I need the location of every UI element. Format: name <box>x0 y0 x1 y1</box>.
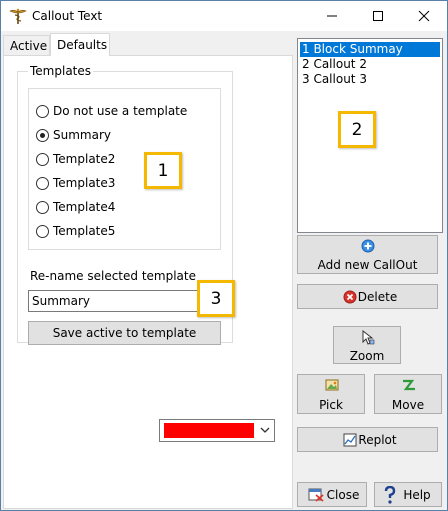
radio-label: Template5 <box>53 224 116 238</box>
radio-button[interactable] <box>36 152 49 166</box>
template-radio-list: Do not use a template Summary Template2 … <box>28 88 221 250</box>
radio-button[interactable] <box>36 176 49 190</box>
templates-legend: Templates <box>28 64 94 78</box>
delete-label: Delete <box>357 290 398 304</box>
radio-label: Template3 <box>53 176 116 190</box>
annotation-badge-3: 3 <box>197 280 235 317</box>
help-button[interactable]: Help <box>374 482 442 507</box>
rename-template-label: Re-name selected template <box>30 269 196 283</box>
radio-label: Summary <box>53 128 111 142</box>
caduceus-icon <box>9 8 27 24</box>
maximize-icon <box>373 11 383 21</box>
radio-label: Template2 <box>53 152 116 166</box>
add-callout-label: Add new CallOut <box>317 258 418 272</box>
move-icon <box>403 379 415 391</box>
delete-button[interactable]: Delete <box>297 284 438 309</box>
callout-text-window: Callout Text Active Defaults Templates D… <box>0 0 448 511</box>
replot-button[interactable]: Replot <box>297 427 438 452</box>
move-label: Move <box>391 398 425 412</box>
move-button[interactable]: Move <box>374 374 442 414</box>
defaults-tab-panel: Templates Do not use a template Summary … <box>3 55 293 509</box>
radio-button[interactable] <box>36 128 49 142</box>
close-button[interactable]: Close <box>297 482 367 507</box>
close-icon <box>418 10 430 22</box>
radio-summary[interactable]: Summary <box>36 126 111 144</box>
list-item[interactable]: 2 Callout 2 <box>300 57 440 72</box>
template-name-input[interactable] <box>28 290 220 312</box>
chevron-down-icon <box>260 427 270 433</box>
tab-active[interactable]: Active <box>3 35 50 55</box>
maximize-button[interactable] <box>355 1 401 31</box>
add-icon <box>361 239 375 253</box>
radio-no-template[interactable]: Do not use a template <box>36 102 187 120</box>
color-swatch <box>164 423 254 438</box>
radio-template4[interactable]: Template4 <box>36 198 115 216</box>
tab-defaults[interactable]: Defaults <box>50 33 110 56</box>
save-to-template-button[interactable]: Save active to template <box>28 321 221 345</box>
minimize-icon <box>327 15 337 17</box>
add-callout-button[interactable]: Add new CallOut <box>297 235 438 274</box>
radio-template2[interactable]: Template2 <box>36 150 115 168</box>
radio-template3[interactable]: Template3 <box>36 174 115 192</box>
replot-label: Replot <box>358 433 397 447</box>
list-item[interactable]: 3 Callout 3 <box>300 72 440 87</box>
zoom-button[interactable]: Zoom <box>333 326 401 364</box>
cursor-zoom-icon <box>362 330 375 345</box>
close-window-button[interactable] <box>401 1 447 31</box>
close-label: Close <box>326 488 360 502</box>
annotation-badge-1: 1 <box>144 152 182 189</box>
picture-icon <box>325 379 339 391</box>
pick-button[interactable]: Pick <box>297 374 365 414</box>
radio-button[interactable] <box>36 200 49 214</box>
radio-button[interactable] <box>36 224 49 238</box>
radio-template5[interactable]: Template5 <box>36 222 115 240</box>
title-bar: Callout Text <box>1 1 447 31</box>
radio-label: Do not use a template <box>53 104 188 118</box>
radio-label: Template4 <box>53 200 116 214</box>
annotation-badge-2: 2 <box>338 111 376 148</box>
help-label: Help <box>403 488 431 502</box>
zoom-label: Zoom <box>349 349 385 363</box>
minimize-button[interactable] <box>309 1 355 31</box>
pick-label: Pick <box>319 398 343 412</box>
list-item[interactable]: 1 Block Summay <box>300 42 440 57</box>
radio-button[interactable] <box>36 104 49 118</box>
color-dropdown[interactable] <box>159 419 275 442</box>
window-title: Callout Text <box>32 9 103 23</box>
